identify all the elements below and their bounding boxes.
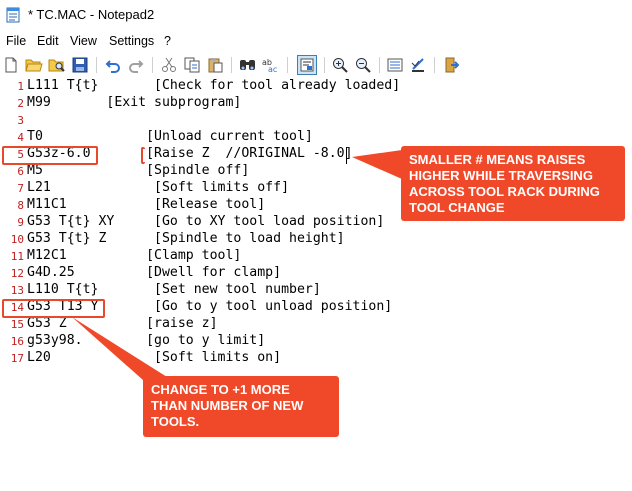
callout-top-line: TOOL CHANGE <box>409 200 505 215</box>
toolbar-separator <box>287 57 288 73</box>
paste-icon[interactable] <box>205 55 225 75</box>
toolbar-separator <box>434 57 435 73</box>
line-number: 10 <box>10 233 24 246</box>
toolbar-separator <box>324 57 325 73</box>
zoom-out-icon[interactable] <box>353 55 373 75</box>
callout-bottom: CHANGE TO +1 MORE THAN NUMBER OF NEW TOO… <box>143 376 339 437</box>
svg-text:ac: ac <box>268 65 277 73</box>
line-text[interactable]: M5 [Spindle off] <box>27 163 249 178</box>
window-title: * TC.MAC - Notepad2 <box>28 7 155 22</box>
line-text[interactable]: G4D.25 [Dwell for clamp] <box>27 265 281 280</box>
highlight-box-line-14 <box>2 299 105 318</box>
toolbar-separator <box>231 57 232 73</box>
line-text[interactable]: L21 [Soft limits off] <box>27 180 289 195</box>
notepad-app-icon <box>6 7 20 23</box>
callout-bottom-line: THAN NUMBER OF NEW <box>151 398 304 413</box>
title-bar: * TC.MAC - Notepad2 <box>0 0 632 30</box>
menu-file[interactable]: File <box>6 34 26 48</box>
menu-bar: File Edit View Settings ? <box>0 32 632 52</box>
callout-bottom-line: TOOLS. <box>151 414 200 429</box>
code-line[interactable]: 16 g53y98. [go to y limit] <box>0 333 632 350</box>
line-number: 13 <box>10 284 24 297</box>
line-text[interactable]: L111 T{t} [Check for tool already loaded… <box>27 78 400 93</box>
toolbar-separator <box>379 57 380 73</box>
code-line[interactable]: 10 G53 T{t} Z [Spindle to load height] <box>0 231 632 248</box>
open-folder-icon[interactable] <box>24 55 44 75</box>
line-text[interactable]: L110 T{t} [Set new tool number] <box>27 282 321 297</box>
toolbar: ab ac <box>0 54 632 76</box>
callout-bottom-line: CHANGE TO +1 MORE <box>151 382 290 397</box>
menu-view[interactable]: View <box>70 34 97 48</box>
line-text[interactable]: M12C1 [Clamp tool] <box>27 248 241 263</box>
word-wrap-icon[interactable] <box>297 55 317 75</box>
callout-top-line: ACROSS TOOL RACK DURING <box>409 184 600 199</box>
line-text[interactable]: G53 Z [raise z] <box>27 316 218 331</box>
line-number: 8 <box>17 199 24 212</box>
toolbar-separator <box>152 57 153 73</box>
line-text[interactable]: M99 [Exit subprogram] <box>27 95 241 110</box>
bracket-left-marker <box>141 147 145 164</box>
replace-icon[interactable]: ab ac <box>261 55 281 75</box>
line-number: 2 <box>17 97 24 110</box>
cut-icon[interactable] <box>159 55 179 75</box>
line-text[interactable]: T0 [Unload current tool] <box>27 129 313 144</box>
scheme-icon[interactable] <box>385 55 405 75</box>
line-number: 11 <box>10 250 24 263</box>
redo-icon[interactable] <box>126 55 146 75</box>
menu-help[interactable]: ? <box>164 34 171 48</box>
browse-icon[interactable] <box>47 55 67 75</box>
new-file-icon[interactable] <box>1 55 21 75</box>
line-number: 7 <box>17 182 24 195</box>
line-number: 6 <box>17 165 24 178</box>
zoom-in-icon[interactable] <box>330 55 350 75</box>
code-line[interactable]: 2 M99 [Exit subprogram] <box>0 95 632 112</box>
save-icon[interactable] <box>70 55 90 75</box>
code-line[interactable]: 13 L110 T{t} [Set new tool number] <box>0 282 632 299</box>
menu-settings[interactable]: Settings <box>109 34 154 48</box>
callout-top-line: SMALLER # MEANS RAISES <box>409 152 586 167</box>
highlight-box-line-5 <box>2 146 98 165</box>
editor-area[interactable]: 1 L111 T{t} [Check for tool already loade… <box>0 77 632 491</box>
line-text[interactable]: G53 T{t} XY [Go to XY tool load position… <box>27 214 384 229</box>
line-number: 4 <box>17 131 24 144</box>
line-number: 17 <box>10 352 24 365</box>
menu-edit[interactable]: Edit <box>37 34 59 48</box>
exit-icon[interactable] <box>441 55 461 75</box>
customize-scheme-icon[interactable] <box>408 55 428 75</box>
line-number: 12 <box>10 267 24 280</box>
code-line[interactable]: 17 L20 [Soft limits on] <box>0 350 632 367</box>
line-text[interactable]: L20 [Soft limits on] <box>27 350 281 365</box>
line-number: 3 <box>17 114 24 127</box>
find-icon[interactable] <box>238 55 258 75</box>
line-text[interactable]: g53y98. [go to y limit] <box>27 333 265 348</box>
line-number: 9 <box>17 216 24 229</box>
line-text[interactable]: M11C1 [Release tool] <box>27 197 265 212</box>
line-number: 1 <box>17 80 24 93</box>
code-line[interactable]: 11 M12C1 [Clamp tool] <box>0 248 632 265</box>
copy-icon[interactable] <box>182 55 202 75</box>
callout-top-line: HIGHER WHILE TRAVERSING <box>409 168 593 183</box>
callout-top: SMALLER # MEANS RAISES HIGHER WHILE TRAV… <box>401 146 625 221</box>
line-number: 16 <box>10 335 24 348</box>
code-line[interactable]: 3 <box>0 112 632 129</box>
code-line[interactable]: 12 G4D.25 [Dwell for clamp] <box>0 265 632 282</box>
line-text[interactable]: G53 T{t} Z [Spindle to load height] <box>27 231 345 246</box>
line-number: 15 <box>10 318 24 331</box>
code-line[interactable]: 4 T0 [Unload current tool] <box>0 129 632 146</box>
toolbar-separator <box>96 57 97 73</box>
code-line[interactable]: 15 G53 Z [raise z] <box>0 316 632 333</box>
undo-icon[interactable] <box>103 55 123 75</box>
text-caret <box>346 147 347 164</box>
code-line[interactable]: 1 L111 T{t} [Check for tool already loade… <box>0 78 632 95</box>
